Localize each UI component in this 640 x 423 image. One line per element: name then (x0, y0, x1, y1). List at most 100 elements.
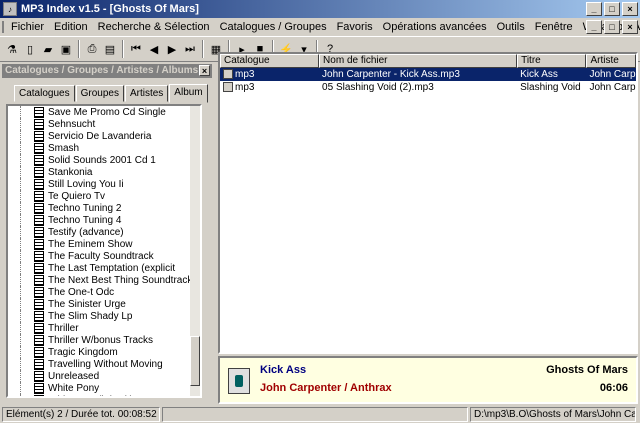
menu-fichier[interactable]: Fichier (6, 21, 49, 33)
list-item[interactable]: Techno Tuning 4 (8, 214, 200, 226)
toolbar-separator (122, 40, 124, 58)
album-icon (34, 262, 44, 274)
row-filename: John Carpenter - Kick Ass.mp3 (322, 69, 460, 80)
album-icon (34, 370, 44, 382)
scan-icon[interactable]: ⚗ (3, 40, 21, 58)
list-item[interactable]: Whitepony (ltd Ed.) (8, 394, 200, 396)
list-item[interactable]: Save Me Promo Cd Single (8, 106, 200, 118)
album-label: The Sinister Urge (48, 298, 126, 310)
toolbar-separator (78, 40, 80, 58)
first-record-icon[interactable]: ⏮ (127, 40, 145, 58)
list-item[interactable]: Sehnsucht (8, 118, 200, 130)
list-item[interactable]: Smash (8, 142, 200, 154)
print-icon[interactable]: ⎙ (83, 40, 101, 58)
list-item[interactable]: Thriller (8, 322, 200, 334)
maximize-button[interactable]: □ (604, 2, 620, 16)
tab-album[interactable]: Album (169, 84, 208, 103)
close-button[interactable]: × (622, 2, 638, 16)
panel-close-icon[interactable]: × (199, 65, 210, 76)
menu-recherche[interactable]: Recherche & Sélection (93, 21, 215, 33)
menu-bar: Fichier Edition Recherche & Sélection Ca… (0, 18, 640, 36)
list-item[interactable]: White Pony (8, 382, 200, 394)
album-icon (34, 286, 44, 298)
album-label: Techno Tuning 4 (48, 214, 122, 226)
last-record-icon[interactable]: ⏭ (181, 40, 199, 58)
tree-line (20, 214, 34, 226)
album-icon (34, 154, 44, 166)
menu-catalogues[interactable]: Catalogues / Groupes (215, 21, 332, 33)
list-item[interactable]: The Sinister Urge (8, 298, 200, 310)
list-item[interactable]: The One-t Odc (8, 286, 200, 298)
tab-groupes[interactable]: Groupes (75, 85, 124, 102)
toolbar-separator (202, 40, 204, 58)
tab-catalogues[interactable]: Catalogues (14, 85, 75, 102)
next-record-icon[interactable]: ▶ (163, 40, 181, 58)
menu-edition[interactable]: Edition (49, 21, 93, 33)
row-catalogue: mp3 (235, 69, 255, 80)
album-icon (34, 334, 44, 346)
save-icon[interactable]: ▣ (57, 40, 75, 58)
album-label: The Faculty Soundtrack (48, 250, 154, 262)
menu-outils[interactable]: Outils (492, 21, 530, 33)
browser-tabs: Catalogues Groupes Artistes Album (2, 78, 212, 103)
album-label: Save Me Promo Cd Single (48, 106, 166, 118)
list-item[interactable]: The Eminem Show (8, 238, 200, 250)
list-item[interactable]: Techno Tuning 2 (8, 202, 200, 214)
column-artist[interactable]: Artiste (586, 54, 636, 68)
column-filename[interactable]: Nom de fichier (319, 54, 518, 68)
table-row[interactable]: mp3 05 Slashing Void (2).mp3 Slashing Vo… (220, 81, 636, 94)
status-count: Elément(s) 2 / Durée tot. 00:08:52 (2, 407, 160, 422)
minimize-button[interactable]: _ (586, 2, 602, 16)
list-item[interactable]: The Faculty Soundtrack (8, 250, 200, 262)
album-label: Testify (advance) (48, 226, 124, 238)
list-item[interactable]: Stankonia (8, 166, 200, 178)
album-label: Stankonia (48, 166, 93, 178)
table-row[interactable]: mp3 John Carpenter - Kick Ass.mp3 Kick A… (220, 68, 636, 81)
scrollbar-thumb[interactable] (190, 336, 200, 386)
menu-favoris[interactable]: Favoris (332, 21, 378, 33)
vertical-scrollbar[interactable] (190, 106, 200, 396)
track-title: Kick Ass (260, 364, 307, 376)
previous-record-icon[interactable]: ◀ (145, 40, 163, 58)
album-icon (34, 106, 44, 118)
menu-operations[interactable]: Opérations avancées (378, 21, 492, 33)
tree-line (20, 130, 34, 142)
mdi-close-button[interactable]: × (622, 20, 638, 34)
row-title: Kick Ass (520, 69, 558, 80)
list-item[interactable]: The Slim Shady Lp (8, 310, 200, 322)
list-item[interactable]: Still Loving You Ii (8, 178, 200, 190)
menu-fenetre[interactable]: Fenêtre (530, 21, 578, 33)
list-item[interactable]: Te Quiero Tv (8, 190, 200, 202)
properties-icon[interactable]: ▤ (101, 40, 119, 58)
album-label: Solid Sounds 2001 Cd 1 (48, 154, 156, 166)
album-label: Unreleased (48, 370, 100, 382)
list-item[interactable]: The Last Temptation (explicit (8, 262, 200, 274)
album-icon (34, 322, 44, 334)
column-catalogue[interactable]: Catalogue (220, 54, 320, 68)
mdi-minimize-button[interactable]: _ (586, 20, 602, 34)
column-title[interactable]: Titre (517, 54, 587, 68)
album-tree[interactable]: Save Me Promo Cd Single Sehnsucht Servicio… (6, 104, 202, 398)
new-icon[interactable]: ▯ (21, 40, 39, 58)
list-header: Catalogue Nom de fichier Titre Artiste (220, 54, 636, 68)
album-label: White Pony (48, 382, 100, 394)
status-path: D:\mp3\B.O\Ghosts of Mars\John Carpen (470, 407, 636, 422)
open-folder-icon[interactable]: ▰ (39, 40, 57, 58)
list-item[interactable]: Testify (advance) (8, 226, 200, 238)
tree-line (20, 142, 34, 154)
album-label: Tragic Kingdom (48, 346, 118, 358)
list-item[interactable]: Unreleased (8, 370, 200, 382)
tab-artistes[interactable]: Artistes (124, 85, 169, 102)
app-icon[interactable]: ♪ (3, 2, 17, 16)
list-item[interactable]: Thriller W/bonus Tracks (8, 334, 200, 346)
mdi-restore-button[interactable]: □ (604, 20, 620, 34)
list-item[interactable]: Servicio De Lavanderia (8, 130, 200, 142)
list-item[interactable]: Travelling Without Moving (8, 358, 200, 370)
list-item[interactable]: Tragic Kingdom (8, 346, 200, 358)
document-icon[interactable] (2, 21, 4, 33)
list-item[interactable]: Solid Sounds 2001 Cd 1 (8, 154, 200, 166)
tree-line (20, 262, 34, 274)
list-item[interactable]: The Next Best Thing Soundtrack (8, 274, 200, 286)
album-icon (34, 142, 44, 154)
album-icon (34, 166, 44, 178)
